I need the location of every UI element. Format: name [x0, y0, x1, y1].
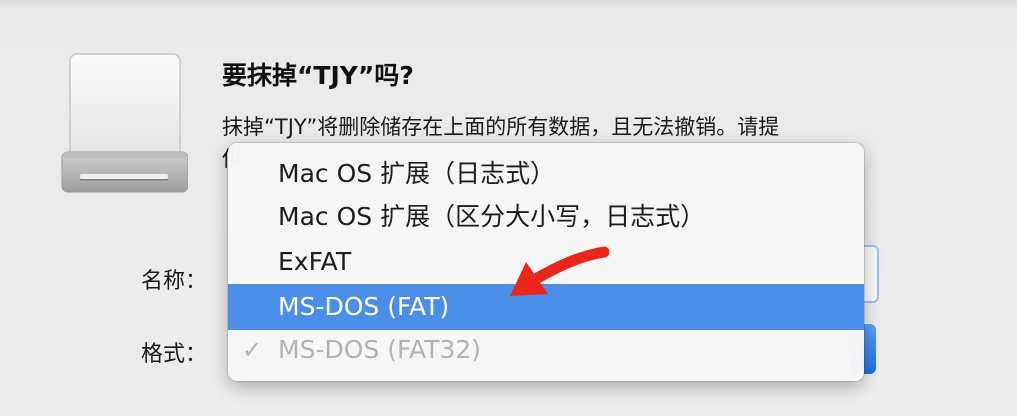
- red-arrow-annotation: [500, 240, 610, 310]
- menu-item-mac-os-extended-case-sensitive[interactable]: Mac OS 扩展（区分大小写，日志式）: [228, 194, 864, 240]
- format-label: 格式：: [141, 342, 208, 367]
- menu-item-label: ExFAT: [278, 247, 352, 276]
- checkmark-icon: ✓: [242, 336, 263, 364]
- menu-item-mac-os-extended-journaled[interactable]: Mac OS 扩展（日志式）: [228, 151, 864, 197]
- menu-item-ms-dos-fat32[interactable]: ✓ MS-DOS (FAT32): [228, 327, 864, 373]
- external-drive-icon: [60, 52, 188, 194]
- dialog-title: 要抹掉“TJY”吗?: [222, 61, 414, 90]
- menu-item-label: MS-DOS (FAT32): [278, 335, 482, 364]
- menu-item-label: Mac OS 扩展（日志式）: [278, 159, 556, 188]
- menu-item-label: MS-DOS (FAT): [278, 292, 450, 321]
- menu-item-label: Mac OS 扩展（区分大小写，日志式）: [278, 202, 706, 231]
- name-label: 名称：: [141, 269, 208, 294]
- erase-dialog: 要抹掉“TJY”吗? 抹掉“TJY”将删除储存在上面的所有数据，且无法撤销。请提…: [0, 0, 1017, 416]
- dialog-description: 抹掉“TJY”将删除储存在上面的所有数据，且无法撤销。请提: [222, 115, 780, 139]
- dialog-top-edge: [0, 0, 1017, 10]
